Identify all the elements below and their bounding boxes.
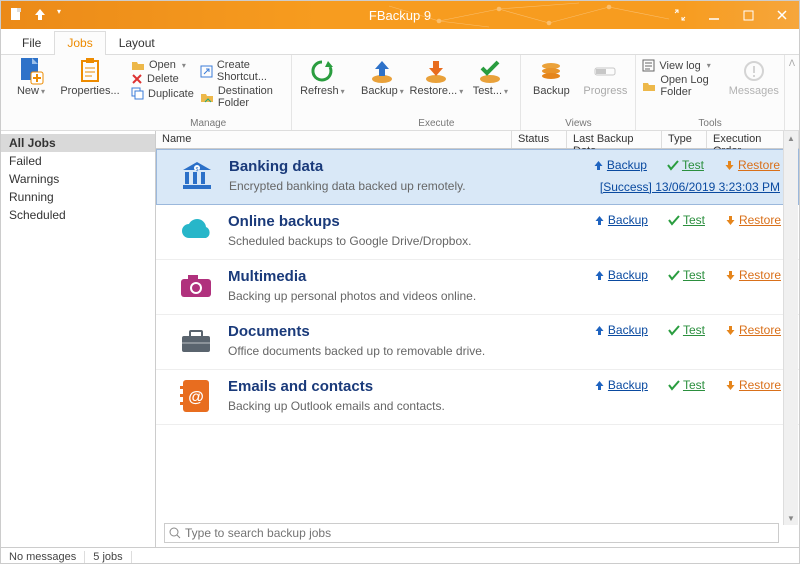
job-backup-link[interactable]: Backup (594, 378, 648, 392)
minimize-button[interactable] (697, 1, 731, 29)
vertical-scrollbar[interactable]: ▲▼ (783, 131, 798, 525)
backup-button[interactable]: Backup (358, 57, 406, 97)
job-test-link[interactable]: Test (668, 213, 705, 227)
menu-layout[interactable]: Layout (106, 31, 168, 54)
menu-bar: File Jobs Layout (1, 29, 799, 55)
ribbon-group-tools: Tools (642, 117, 777, 129)
ribbon-group-manage: Manage (131, 117, 285, 129)
job-restore-link[interactable]: Restore (725, 323, 781, 337)
job-test-link[interactable]: Test (667, 158, 704, 172)
ribbon: New Properties... Open Delete Duplicate … (1, 55, 799, 131)
job-restore-link[interactable]: Restore (725, 268, 781, 282)
refresh-button[interactable]: Refresh (298, 57, 346, 97)
job-row[interactable]: Online backups Scheduled backups to Goog… (156, 205, 799, 260)
title-bar: ▾ FBackup 9 (1, 1, 799, 29)
job-restore-link[interactable]: Restore (725, 378, 781, 392)
job-description: Backing up personal photos and videos on… (228, 289, 789, 303)
ribbon-collapse-icon[interactable]: ᐱ (785, 55, 799, 130)
test-check-icon (476, 57, 504, 85)
refresh-icon (308, 57, 336, 85)
svg-text:$: $ (196, 167, 199, 173)
new-button[interactable]: New (7, 57, 55, 97)
svg-text:@: @ (188, 389, 204, 406)
filter-running[interactable]: Running (1, 188, 155, 206)
maximize-button[interactable] (731, 1, 765, 29)
side-pane: All Jobs Failed Warnings Running Schedul… (1, 131, 156, 547)
messages-button: Messages (730, 57, 778, 97)
open-button[interactable]: Open (131, 59, 194, 71)
col-last-backup[interactable]: Last Backup Date (567, 131, 662, 148)
job-status[interactable]: [Success] 13/06/2019 3:23:03 PM (600, 180, 780, 194)
properties-icon (76, 57, 104, 85)
job-description: Backing up Outlook emails and contacts. (228, 399, 789, 413)
messages-icon (740, 57, 768, 85)
ribbon-group-execute: Execute (358, 117, 514, 129)
stack-icon (537, 57, 565, 85)
camera-icon (178, 268, 214, 304)
job-row[interactable]: $ Banking data Encrypted banking data ba… (156, 149, 799, 205)
expand-icon[interactable] (663, 1, 697, 29)
menu-jobs[interactable]: Jobs (54, 31, 105, 54)
open-log-folder-button[interactable]: Open Log Folder (642, 74, 723, 98)
job-description: Office documents backed up to removable … (228, 344, 789, 358)
column-headers: Name Status Last Backup Date Type Execut… (156, 131, 799, 149)
col-status[interactable]: Status (512, 131, 567, 148)
restore-button[interactable]: Restore... (412, 57, 460, 97)
job-description: Scheduled backups to Google Drive/Dropbo… (228, 234, 789, 248)
filter-scheduled[interactable]: Scheduled (1, 206, 155, 224)
view-log-button[interactable]: View log (642, 59, 723, 72)
new-file-icon (17, 57, 45, 85)
search-icon (169, 527, 181, 539)
job-row[interactable]: Multimedia Backing up personal photos an… (156, 260, 799, 315)
filter-warnings[interactable]: Warnings (1, 170, 155, 188)
job-test-link[interactable]: Test (668, 378, 705, 392)
create-shortcut-button[interactable]: Create Shortcut... (200, 59, 286, 83)
progress-button: Progress (581, 57, 629, 97)
filter-failed[interactable]: Failed (1, 152, 155, 170)
status-job-count: 5 jobs (85, 551, 131, 563)
job-test-link[interactable]: Test (668, 323, 705, 337)
briefcase-icon (178, 323, 214, 359)
delete-button[interactable]: Delete (131, 73, 194, 85)
menu-file[interactable]: File (9, 31, 54, 54)
col-type[interactable]: Type (662, 131, 707, 148)
cloud-icon (178, 213, 214, 249)
job-backup-link[interactable]: Backup (594, 268, 648, 282)
backup-up-icon (368, 57, 396, 85)
job-list: $ Banking data Encrypted banking data ba… (156, 149, 799, 519)
job-backup-link[interactable]: Backup (593, 158, 647, 172)
contact-icon: @ (178, 378, 214, 414)
job-restore-link[interactable]: Restore (724, 158, 780, 172)
duplicate-button[interactable]: Duplicate (131, 87, 194, 100)
job-restore-link[interactable]: Restore (725, 213, 781, 227)
search-box[interactable] (164, 523, 779, 543)
status-messages: No messages (1, 551, 85, 563)
filter-all-jobs[interactable]: All Jobs (1, 134, 155, 152)
search-input[interactable] (185, 526, 774, 540)
job-test-link[interactable]: Test (668, 268, 705, 282)
status-bar: No messages 5 jobs (1, 547, 799, 565)
properties-button[interactable]: Properties... (61, 57, 119, 97)
view-backup-button[interactable]: Backup (527, 57, 575, 97)
destination-folder-button[interactable]: Destination Folder (200, 85, 286, 109)
progress-icon (591, 57, 619, 85)
job-row[interactable]: @ Emails and contacts Backing up Outlook… (156, 370, 799, 425)
close-button[interactable] (765, 1, 799, 29)
restore-down-icon (422, 57, 450, 85)
job-row[interactable]: Documents Office documents backed up to … (156, 315, 799, 370)
job-backup-link[interactable]: Backup (594, 213, 648, 227)
bank-icon: $ (179, 158, 215, 194)
job-backup-link[interactable]: Backup (594, 323, 648, 337)
col-name[interactable]: Name (156, 131, 512, 148)
ribbon-group-views: Views (527, 117, 629, 129)
test-button[interactable]: Test... (466, 57, 514, 97)
